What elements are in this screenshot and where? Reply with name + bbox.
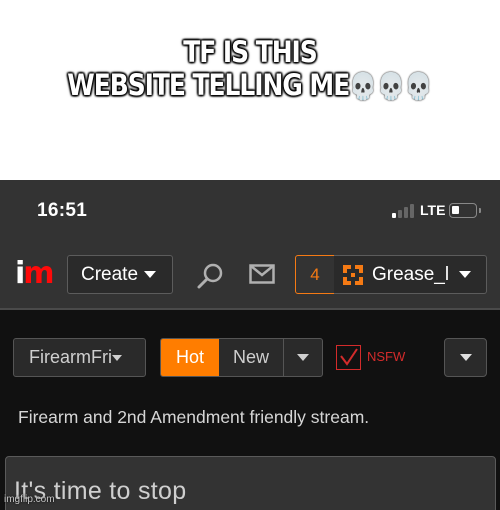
sort-more-button[interactable] [284,339,322,376]
chevron-down-icon [459,271,472,278]
top-navbar: im Create 4 Grease_l [0,240,500,310]
chevron-down-icon [144,271,157,278]
create-button[interactable]: Create [67,255,173,294]
search-icon[interactable] [196,262,224,290]
nsfw-checkbox[interactable] [336,345,361,370]
imgflip-watermark: imgflip.com [4,494,55,505]
signal-icon [392,204,416,218]
caption-line-2: WEBSITE TELLING ME💀💀💀 [35,69,465,104]
imgflip-logo[interactable]: im [15,256,55,291]
avatar-icon [343,264,363,285]
chevron-down-icon [297,354,309,361]
stream-name: FirearmFri [29,347,112,367]
caption-line-2-text: WEBSITE TELLING ME [67,68,350,102]
stream-description: Firearm and 2nd Amendment friendly strea… [18,407,370,427]
sort-hot-label: Hot [175,347,204,367]
username: Grease_l [372,263,450,285]
sort-toggle-group: Hot New [160,338,323,377]
chevron-down-icon [112,354,122,361]
sort-new-label: New [232,347,269,367]
notification-count: 4 [310,264,320,284]
checkmark-icon [340,348,358,366]
notification-count-button[interactable]: 4 [295,255,335,294]
status-bar: 16:51 LTE [0,180,500,240]
mail-icon[interactable] [249,264,275,284]
phone-screenshot: 16:51 LTE im Create 4 Grease_l FirearmFr… [0,180,500,510]
chevron-down-icon [459,354,472,361]
user-menu-button[interactable]: Grease_l [334,255,487,294]
network-label: LTE [420,202,446,218]
caption-line-1: TF IS THIS [183,35,318,69]
title-input[interactable] [5,456,496,510]
status-time: 16:51 [37,200,88,221]
sort-hot-button[interactable]: Hot [161,339,219,376]
more-options-button[interactable] [444,338,487,377]
create-label: Create [81,263,139,285]
battery-icon [449,203,481,218]
sort-new-button[interactable]: New [219,339,284,376]
meme-caption: TF IS THIS WEBSITE TELLING ME💀💀💀 [35,36,465,104]
skull-emoji-icon: 💀💀💀 [349,72,433,102]
logo-m: m [23,256,54,291]
stream-select[interactable]: FirearmFri [13,338,146,377]
nsfw-label[interactable]: NSFW [367,349,405,364]
